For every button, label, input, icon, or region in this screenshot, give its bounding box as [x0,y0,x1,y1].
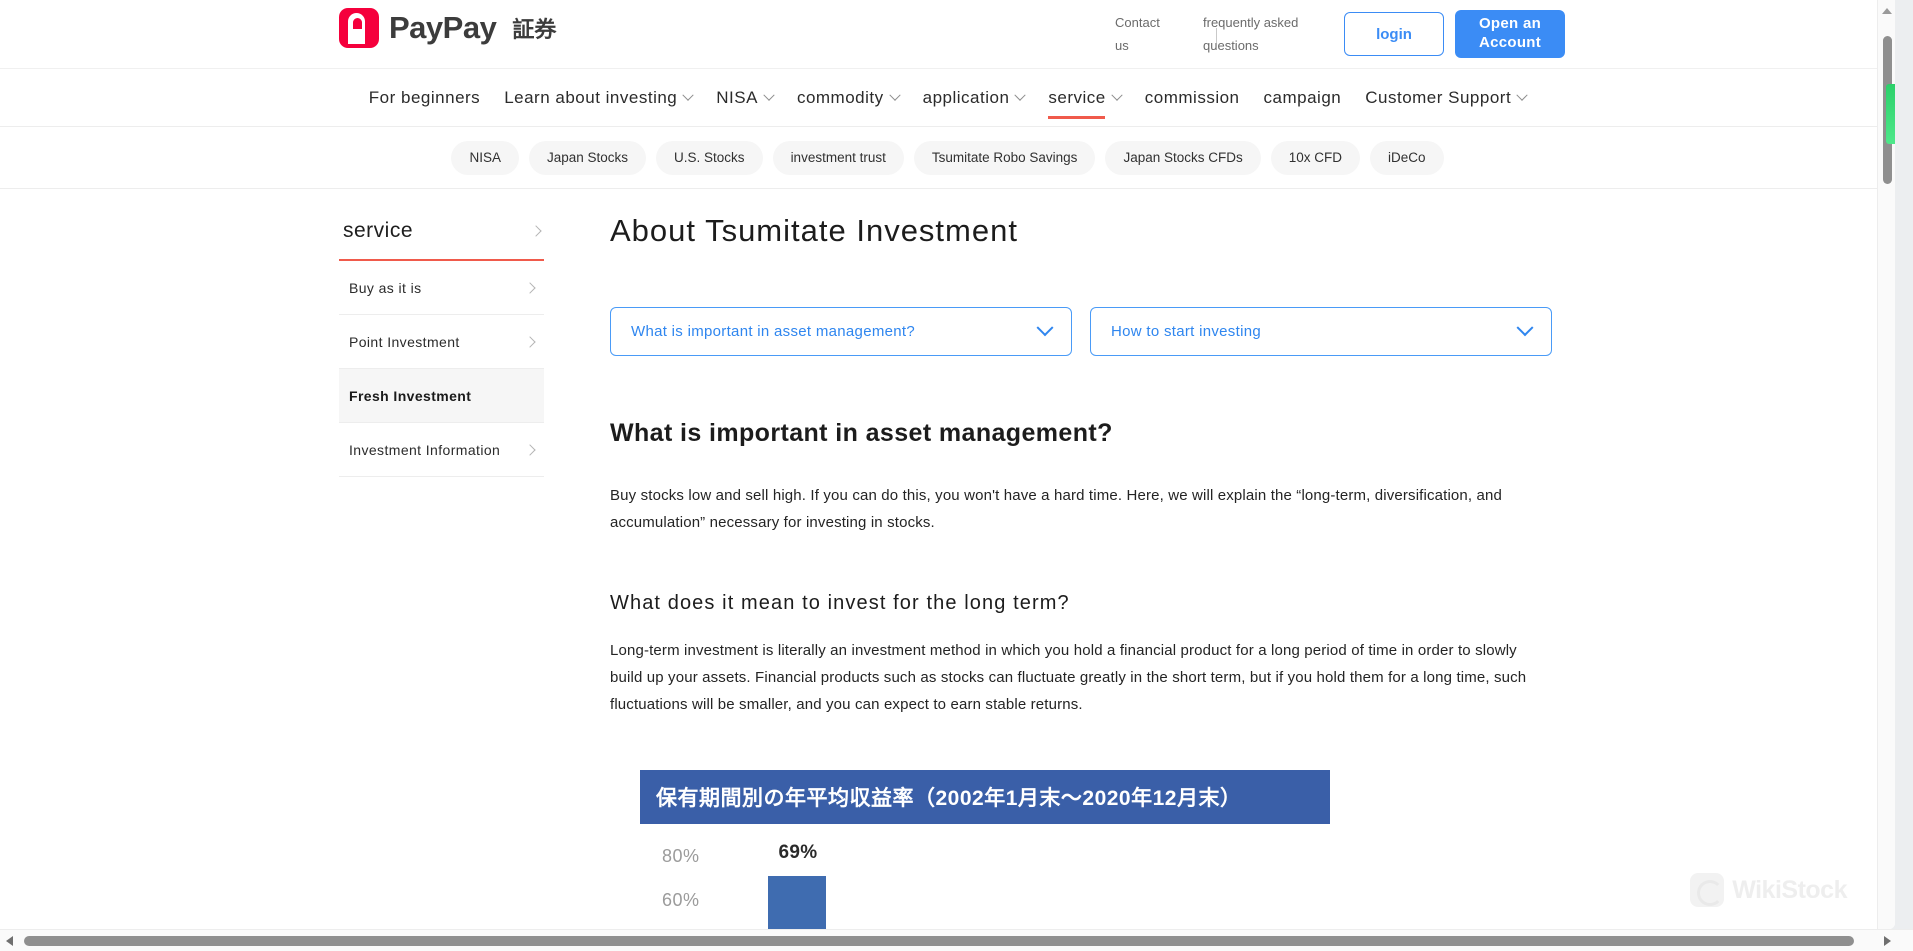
pill-u-s-stocks[interactable]: U.S. Stocks [656,140,763,175]
header-link-contact-us[interactable]: Contact us [1115,12,1173,58]
vertical-scrollbar[interactable] [1877,0,1895,929]
sidebar-heading-service[interactable]: service [339,213,544,261]
bar-chart: 80% 60% 69% [640,842,1330,929]
accordion-row: What is important in asset management? H… [610,307,1552,356]
chevron-down-icon [1516,89,1528,101]
pill-japan-stocks[interactable]: Japan Stocks [528,140,647,175]
horizontal-scroll-thumb[interactable] [24,936,1854,946]
chevron-down-icon [1111,89,1123,101]
header-divider [1216,28,1217,43]
nav-item-label: campaign [1263,87,1342,107]
pill-nisa[interactable]: NISA [451,140,519,175]
logo-suffix: 証券 [512,17,557,42]
section-heading: What is important in asset management? [610,419,1113,447]
page-title: About Tsumitate Investment [610,213,1018,248]
chevron-down-icon [1036,318,1054,336]
accordion-asset-management[interactable]: What is important in asset management? [610,307,1072,356]
pill-tsumitate-robo-savings[interactable]: Tsumitate Robo Savings [913,140,1096,175]
content-shell: service Buy as it is Point Investment Fres… [0,189,1895,929]
sidebar-heading-label: service [343,219,414,242]
browser-viewport: PayPay 証券 Contact us frequently asked qu… [0,0,1913,951]
subsection-heading: What does it mean to invest for the long… [610,591,1070,614]
horizontal-scrollbar[interactable] [0,929,1913,951]
bar-rect-0 [768,876,826,929]
section-paragraph: Buy stocks low and sell high. If you can… [610,487,1503,532]
pill-subnav: NISA Japan Stocks U.S. Stocks investment tr… [0,127,1895,189]
y-axis-tick-0: 80% [662,846,700,867]
site-logo[interactable]: PayPay 証券 [339,8,556,48]
sidebar-item-point-investment[interactable]: Point Investment [339,315,544,369]
main-content: About Tsumitate Investment What is impor… [610,213,1552,929]
chevron-down-icon [763,89,775,101]
pill-ideco[interactable]: iDeCo [1370,140,1444,175]
sidebar-item-fresh-investment[interactable]: Fresh Investment [339,369,544,423]
nav-item-label: commodity [796,87,884,107]
nav-item-label: Customer Support [1365,87,1512,107]
accordion-how-to-start[interactable]: How to start investing [1090,307,1552,356]
sidebar-item-label: Investment Information [349,441,501,458]
nav-item-label: service [1048,87,1106,107]
subsection-paragraph: Long-term investment is literally an inv… [610,641,1527,714]
nav-item-label: application [922,87,1010,107]
chevron-down-icon [1014,89,1027,101]
bar-group-0: 69% [768,842,828,929]
sidebar-item-label: Point Investment [349,333,460,350]
nav-item-application[interactable]: application [922,71,1027,125]
nav-item-label: For beginners [368,87,481,107]
sidebar-item-label: Buy as it is [349,279,422,296]
sidebar-item-label: Fresh Investment [349,387,472,404]
bar-value-label-0: 69% [778,842,818,864]
nav-item-label: NISA [716,87,758,107]
site-header: PayPay 証券 Contact us frequently asked qu… [0,0,1895,69]
header-utility-links: Contact us frequently asked questions [1115,12,1303,58]
accordion-asset-management-label: What is important in asset management? [631,323,916,340]
y-axis-tick-1: 60% [662,890,700,911]
nav-item-commission[interactable]: commission [1145,71,1240,125]
sidebar: service Buy as it is Point Investment Fres… [339,213,544,929]
page-card: PayPay 証券 Contact us frequently asked qu… [0,0,1895,929]
paypay-logo-icon [339,8,379,48]
scroll-left-arrow-icon[interactable] [6,936,13,946]
pill-japan-stocks-cfds[interactable]: Japan Stocks CFDs [1105,140,1261,175]
login-button[interactable]: login [1344,12,1444,56]
chevron-down-icon [1516,318,1534,336]
scroll-right-arrow-icon[interactable] [1884,936,1891,946]
sidebar-item-buy-as-it-is[interactable]: Buy as it is [339,261,544,315]
open-account-button[interactable]: Open an Account [1455,10,1565,58]
accordion-how-to-start-label: How to start investing [1111,323,1261,340]
nav-item-label: commission [1144,87,1240,107]
chevron-right-icon [524,281,536,294]
nav-item-commodity[interactable]: commodity [796,71,901,125]
sidebar-item-investment-information[interactable]: Investment Information [339,423,544,477]
nav-item-customer-support[interactable]: Customer Support [1365,71,1528,125]
nav-item-campaign[interactable]: campaign [1264,71,1342,125]
scroll-up-arrow-icon[interactable] [1882,8,1892,14]
chevron-down-icon [888,89,901,101]
pill-investment-trust[interactable]: investment trust [772,140,904,175]
chart-title-banner: 保有期間別の年平均収益率（2002年1月末〜2020年12月末） [640,770,1330,825]
main-navigation: For beginners Learn about investing NISA co… [0,69,1895,127]
nav-item-service[interactable]: service [1048,71,1123,125]
pill-10x-cfd[interactable]: 10x CFD [1270,140,1360,175]
chart-block: 保有期間別の年平均収益率（2002年1月末〜2020年12月末） 80% 60%… [640,770,1330,929]
chevron-right-icon [524,443,536,456]
chevron-right-icon [530,225,542,237]
chevron-down-icon [682,89,694,101]
nav-item-learn-about-investing[interactable]: Learn about investing [504,71,694,125]
chevron-right-icon [524,335,536,348]
nav-item-nisa[interactable]: NISA [716,71,775,125]
nav-item-for-beginners[interactable]: For beginners [369,71,480,125]
header-link-faq[interactable]: frequently asked questions [1203,12,1303,58]
logo-text: PayPay [389,10,497,45]
nav-item-label: Learn about investing [504,87,678,107]
scroll-position-indicator[interactable] [1886,84,1895,144]
